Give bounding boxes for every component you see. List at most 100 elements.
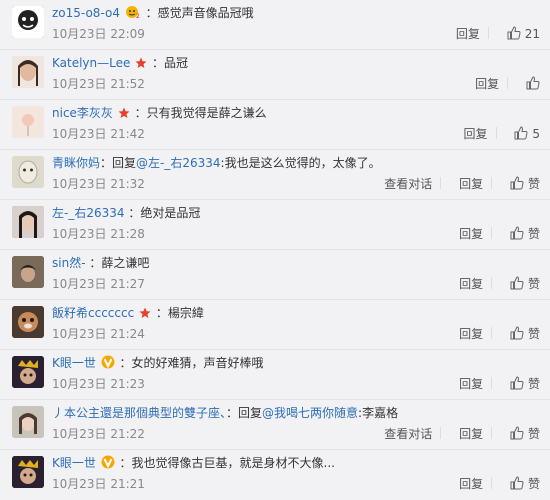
comment-text: ：薛之谦吧 — [89, 256, 150, 270]
comment-text: ：只有我觉得是薛之谦么 — [134, 106, 267, 120]
comment-date: 10月23日 21:22 — [52, 427, 145, 441]
like-count: 5 — [532, 127, 540, 141]
comment-item: nice李灰灰 ：只有我觉得是薛之谦么 10月23日 21:42 回复 5 — [0, 100, 550, 150]
avatar[interactable] — [12, 406, 44, 438]
divider — [487, 27, 489, 39]
reply-button[interactable]: 回复 — [459, 277, 483, 291]
divider — [440, 177, 442, 189]
like-button[interactable]: 赞 — [510, 326, 540, 341]
like-button[interactable]: 赞 — [510, 226, 540, 241]
reply-button[interactable]: 回复 — [459, 477, 483, 491]
thumbs-up-icon — [526, 76, 540, 90]
view-conversation-button[interactable]: 查看对话 — [384, 177, 432, 191]
comment-item: 丿本公主還是那個典型的雙子座、：回复@我喝七两你随意:李嘉格 10月23日 21… — [0, 400, 550, 450]
mention-link[interactable]: @左-_右26334 — [136, 156, 221, 170]
avatar[interactable] — [12, 456, 44, 488]
like-label: 赞 — [527, 427, 540, 441]
like-label: 赞 — [527, 327, 540, 341]
divider — [440, 427, 442, 439]
star-icon — [118, 106, 130, 124]
divider — [491, 327, 493, 339]
comment-item: K眼一世 ：我也觉得像古巨基，就是身材不大像... 10月23日 21:21 回… — [0, 450, 550, 500]
avatar[interactable] — [12, 256, 44, 288]
comment-date: 10月23日 21:28 — [52, 227, 145, 241]
username-link[interactable]: 左-_右26334 — [52, 206, 125, 220]
reply-button[interactable]: 回复 — [456, 27, 480, 41]
username-link[interactable]: sin然- — [52, 256, 86, 270]
like-count: 21 — [524, 27, 540, 41]
username-link[interactable]: 丿本公主還是那個典型的雙子座、 — [52, 406, 226, 420]
divider — [491, 377, 493, 389]
verified-v-icon — [101, 355, 115, 374]
avatar[interactable] — [12, 356, 44, 388]
comment-text: ：感觉声音像品冠哦 — [145, 6, 254, 20]
comment-item: Katelyn—Lee ：品冠 10月23日 21:52 回复 — [0, 50, 550, 100]
reply-button[interactable]: 回复 — [459, 327, 483, 341]
divider — [491, 427, 493, 439]
thumbs-up-icon — [510, 476, 524, 490]
like-button[interactable] — [526, 76, 540, 91]
like-button[interactable]: 赞 — [510, 176, 540, 191]
username-link[interactable]: nice李灰灰 — [52, 106, 113, 120]
comment-date: 10月23日 21:24 — [52, 327, 145, 341]
avatar[interactable] — [12, 306, 44, 338]
comment-date: 10月23日 21:42 — [52, 127, 145, 141]
comment-date: 10月23日 21:23 — [52, 377, 145, 391]
avatar[interactable] — [12, 56, 44, 88]
like-button[interactable]: 赞 — [510, 276, 540, 291]
like-button[interactable]: 赞 — [510, 476, 540, 491]
star-icon — [135, 56, 147, 74]
comment-text: :我也是这么觉得的，太像了。 — [220, 156, 381, 170]
username-link[interactable]: K眼一世 — [52, 456, 96, 470]
thumbs-up-icon — [510, 226, 524, 240]
comment-list: zo15-o8-o4 2 ：感觉声音像品冠哦 10月23日 22:09 回复 2… — [0, 0, 550, 495]
comment-text: ：我也觉得像古巨基，就是身材不大像... — [119, 456, 335, 470]
thumbs-up-icon — [510, 176, 524, 190]
star-icon — [139, 306, 151, 324]
comment-item: 飯籽希ccccccc ：楊宗緯 10月23日 21:24 回复 赞 — [0, 300, 550, 350]
username-link[interactable]: zo15-o8-o4 — [52, 6, 120, 20]
username-link[interactable]: K眼一世 — [52, 356, 96, 370]
comment-date: 10月23日 21:32 — [52, 177, 145, 191]
like-label: 赞 — [527, 277, 540, 291]
comment-text: ：女的好难猜，声音好棒哦 — [119, 356, 264, 370]
reply-button[interactable]: 回复 — [459, 177, 483, 191]
like-button[interactable]: 21 — [507, 26, 540, 41]
like-button[interactable]: 赞 — [510, 376, 540, 391]
reply-button[interactable]: 回复 — [459, 227, 483, 241]
comment-date: 10月23日 21:52 — [52, 77, 145, 91]
divider — [491, 477, 493, 489]
like-button[interactable]: 赞 — [510, 426, 540, 441]
comment-item: 左-_右26334 ：绝对是品冠 10月23日 21:28 回复 赞 — [0, 200, 550, 250]
reply-button[interactable]: 回复 — [475, 77, 499, 91]
like-button[interactable]: 5 — [514, 126, 540, 141]
like-label: 赞 — [527, 377, 540, 391]
username-link[interactable]: 青眯你妈 — [52, 156, 100, 170]
avatar[interactable] — [12, 156, 44, 188]
comment-item: K眼一世 ：女的好难猜，声音好棒哦 10月23日 21:23 回复 赞 — [0, 350, 550, 400]
avatar[interactable] — [12, 6, 44, 38]
comment-text: ：楊宗緯 — [155, 306, 204, 320]
thumbs-up-icon — [510, 426, 524, 440]
comment-date: 10月23日 21:27 — [52, 277, 145, 291]
vip-face-icon: 2 — [125, 5, 141, 24]
username-link[interactable]: Katelyn—Lee — [52, 56, 130, 70]
username-link[interactable]: 飯籽希ccccccc — [52, 306, 134, 320]
mention-link[interactable]: @我喝七两你随意 — [262, 406, 358, 420]
view-conversation-button[interactable]: 查看对话 — [384, 427, 432, 441]
thumbs-up-icon — [514, 126, 528, 140]
reply-button[interactable]: 回复 — [459, 427, 483, 441]
divider — [495, 127, 497, 139]
reply-prefix: ：回复 — [226, 406, 263, 420]
divider — [507, 77, 509, 89]
comment-text: :李嘉格 — [358, 406, 399, 420]
thumbs-up-icon — [510, 376, 524, 390]
like-label: 赞 — [527, 227, 540, 241]
reply-button[interactable]: 回复 — [464, 127, 488, 141]
svg-text:2: 2 — [136, 13, 140, 19]
comment-item: zo15-o8-o4 2 ：感觉声音像品冠哦 10月23日 22:09 回复 2… — [0, 0, 550, 50]
divider — [491, 177, 493, 189]
avatar[interactable] — [12, 106, 44, 138]
reply-button[interactable]: 回复 — [459, 377, 483, 391]
avatar[interactable] — [12, 206, 44, 238]
